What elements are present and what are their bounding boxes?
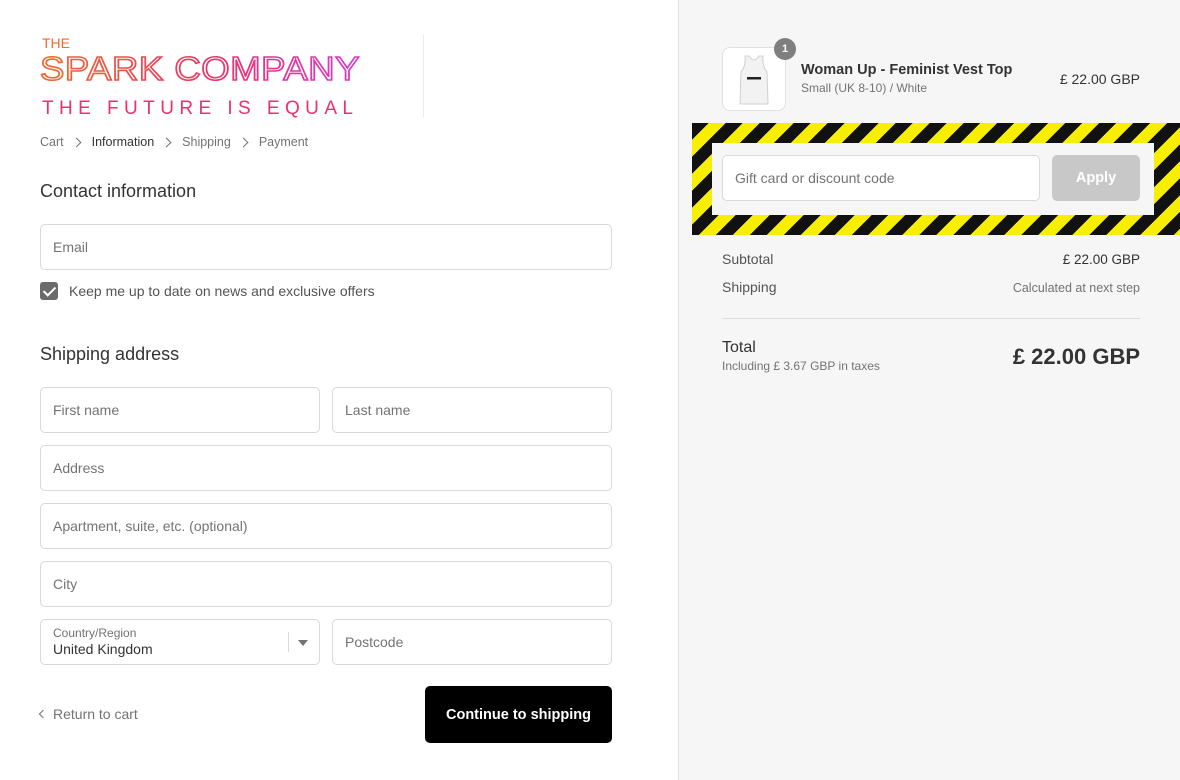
subtotal-row: Subtotal £ 22.00 GBP [722,251,1140,267]
email-input[interactable] [53,239,599,255]
newsletter-label: Keep me up to date on news and exclusive… [69,283,375,299]
return-to-cart-link[interactable]: Return to cart [38,706,138,722]
shipping-row: Shipping Calculated at next step [722,279,1140,295]
newsletter-row[interactable]: Keep me up to date on news and exclusive… [40,282,375,300]
subtotal-value: £ 22.00 GBP [1062,252,1140,267]
logo-divider [423,34,424,118]
vest-top-icon [739,55,769,105]
logo-line1: THE [42,35,70,51]
first-name-field[interactable] [40,387,320,433]
brand-logo[interactable]: THE SPARK COMPANY THE FUTURE IS EQUAL [39,34,370,120]
discount-code-input[interactable] [735,170,1027,186]
first-name-input[interactable] [53,402,307,418]
chevron-right-icon [71,137,82,147]
tax-note: Including £ 3.67 GBP in taxes [722,359,880,373]
apartment-field[interactable] [40,503,612,549]
chevron-left-icon [38,709,48,719]
logo-line2: SPARK COMPANY [40,50,360,87]
quantity-badge: 1 [774,38,796,60]
product-variant: Small (UK 8-10) / White [801,81,928,95]
address-input[interactable] [53,460,599,476]
total-label: Total [722,339,756,356]
country-select[interactable]: Country/Region United Kingdom [40,619,320,665]
return-to-cart-label: Return to cart [53,706,138,722]
country-label: Country/Region [53,626,137,640]
total-value: £ 22.00 GBP [1012,344,1140,369]
shipping-value: Calculated at next step [1012,281,1140,295]
newsletter-checkbox[interactable] [40,282,58,300]
select-divider [288,632,289,652]
logo-tagline: THE FUTURE IS EQUAL [42,98,358,119]
apartment-input[interactable] [53,518,599,534]
shipping-label: Shipping [722,279,777,295]
chevron-right-icon [238,137,249,147]
summary-divider [722,318,1140,319]
caret-down-icon [298,640,308,646]
postcode-field[interactable] [332,619,612,665]
product-price: £ 22.00 GBP [1059,71,1140,87]
city-field[interactable] [40,561,612,607]
chevron-right-icon [161,137,172,147]
breadcrumb-cart[interactable]: Cart [40,135,64,149]
breadcrumb: Cart Information Shipping Payment [40,135,308,149]
last-name-field[interactable] [332,387,612,433]
country-value: United Kingdom [53,641,153,657]
last-name-input[interactable] [345,402,599,418]
subtotal-label: Subtotal [722,251,774,267]
order-summary: 1 Woman Up - Feminist Vest Top Small (UK… [678,0,1180,780]
apply-discount-button[interactable]: Apply [1052,155,1140,201]
postcode-input[interactable] [345,634,599,650]
breadcrumb-shipping: Shipping [182,135,231,149]
continue-to-shipping-button[interactable]: Continue to shipping [425,686,612,743]
breadcrumb-information: Information [91,135,155,149]
shipping-title: Shipping address [40,344,180,364]
city-input[interactable] [53,576,599,592]
checkout-main: THE SPARK COMPANY THE FUTURE IS EQUAL Ca… [0,0,678,780]
contact-title: Contact information [40,181,197,201]
product-name: Woman Up - Feminist Vest Top [801,62,1013,78]
address-field[interactable] [40,445,612,491]
breadcrumb-payment: Payment [258,135,309,149]
email-field[interactable] [40,224,612,270]
discount-code-field[interactable] [722,155,1040,201]
